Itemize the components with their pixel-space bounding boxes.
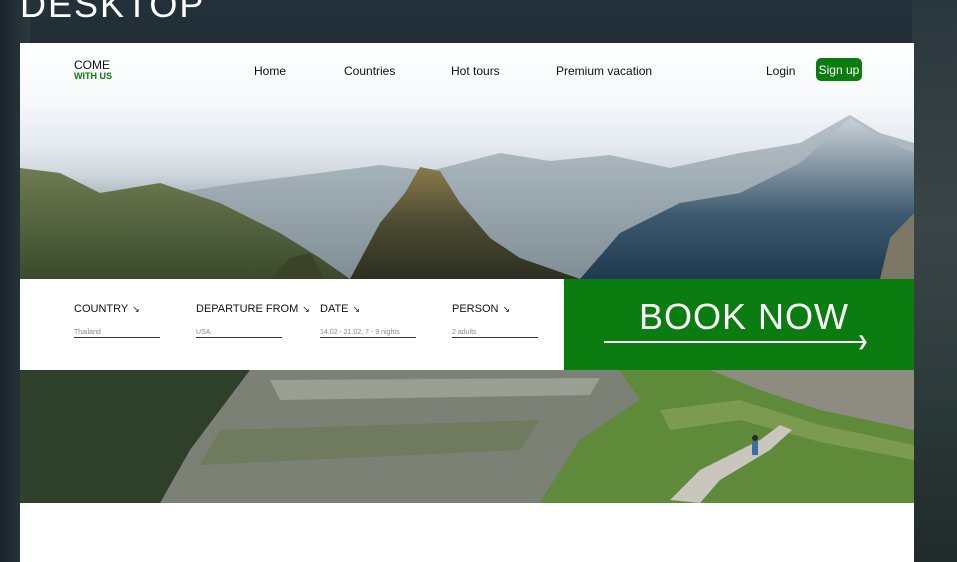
desktop-page-frame: COME WITH US Home Countries Hot tours Pr… <box>20 43 914 562</box>
arrow-line-icon <box>604 341 864 343</box>
nav-countries[interactable]: Countries <box>344 64 395 78</box>
person-label: PERSON <box>452 303 499 315</box>
country-label: COUNTRY <box>74 303 129 315</box>
hero-image: COME WITH US Home Countries Hot tours Pr… <box>20 43 914 279</box>
nav-hot-tours[interactable]: Hot tours <box>451 64 500 78</box>
signup-button[interactable]: Sign up <box>816 58 862 81</box>
person-input[interactable]: 2 adults <box>452 329 538 338</box>
departure-field[interactable]: DEPARTURE FROM ↘ USA <box>196 303 310 338</box>
logo-line-2: WITH US <box>74 71 112 81</box>
machu-picchu-photo <box>20 370 914 503</box>
logo[interactable]: COME WITH US <box>74 59 112 81</box>
arrow-down-right-icon: ↘ <box>302 304 310 314</box>
ruins-illustration <box>20 370 914 503</box>
nav-home[interactable]: Home <box>254 64 286 78</box>
nav-premium-vacation[interactable]: Premium vacation <box>556 64 652 78</box>
background-rock-right <box>912 0 957 562</box>
mountain-illustration <box>20 115 914 279</box>
login-link[interactable]: Login <box>766 64 795 78</box>
arrow-right-icon: ❯ <box>857 333 869 349</box>
book-now-label: BOOK NOW <box>638 296 849 337</box>
person-field[interactable]: PERSON ↘ 2 adults <box>452 303 538 338</box>
arrow-down-right-icon: ↘ <box>132 304 140 314</box>
date-label: DATE <box>320 303 349 315</box>
arrow-down-right-icon: ↘ <box>502 304 511 314</box>
country-input[interactable]: Thailand <box>74 329 160 338</box>
arrow-down-right-icon: ↘ <box>352 304 361 314</box>
country-field[interactable]: COUNTRY ↘ Thailand <box>74 303 160 338</box>
book-now-button[interactable]: BOOK NOW ❯ <box>564 279 914 370</box>
date-input[interactable]: 14.02 - 21.02, 7 - 9 nights <box>320 329 416 338</box>
logo-line-1: COME <box>74 58 110 72</box>
departure-input[interactable]: USA <box>196 329 282 338</box>
section-title: DESKTOP <box>20 0 206 25</box>
date-field[interactable]: DATE ↘ 14.02 - 21.02, 7 - 9 nights <box>320 303 416 338</box>
booking-form: COUNTRY ↘ Thailand DEPARTURE FROM ↘ USA DA… <box>20 279 564 370</box>
departure-label: DEPARTURE FROM <box>196 303 299 315</box>
